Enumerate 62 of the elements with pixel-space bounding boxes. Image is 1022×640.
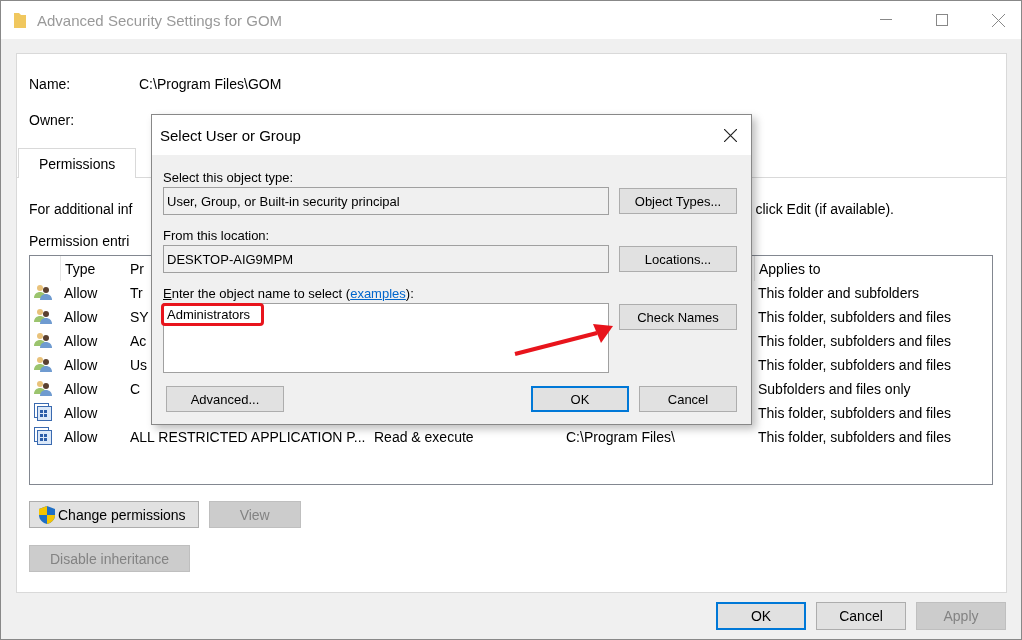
table-cell-text: This folder and subfolders xyxy=(757,285,920,301)
advanced-button[interactable]: Advanced... xyxy=(166,386,284,412)
users-icon xyxy=(34,307,52,324)
field-label: From this location: xyxy=(163,227,271,245)
users-icon xyxy=(34,331,52,348)
object-name-field[interactable]: Administrators xyxy=(163,303,609,373)
table-cell-text: Allow xyxy=(63,333,98,349)
table-cell: C xyxy=(130,381,141,397)
column-header[interactable]: Type xyxy=(60,256,96,281)
table-cell-text: Allow xyxy=(63,285,98,301)
shield-icon xyxy=(38,504,56,525)
table-cell-text: This folder, subfolders and files xyxy=(757,333,951,349)
table-cell-text: This folder, subfolders and files xyxy=(757,309,951,325)
users-icon xyxy=(34,283,52,300)
table-cell: Us xyxy=(130,357,148,373)
field-label: Select this object type: xyxy=(163,169,295,187)
info-text: For additional inf xyxy=(29,201,133,217)
field-label: Owner: xyxy=(29,112,76,128)
maximize-icon[interactable] xyxy=(936,14,948,26)
object-type-field: User, Group, or Built-in security principal xyxy=(163,187,609,215)
dialog-button[interactable]: Cancel xyxy=(639,386,737,412)
table-cell-text: This folder, subfolders and files xyxy=(757,405,951,421)
info-text: click Edit (if available). xyxy=(755,201,894,217)
dialog-button[interactable]: OK xyxy=(716,602,806,630)
app-package-icon xyxy=(34,402,52,421)
table-cell: Ac xyxy=(130,333,147,349)
dialog-button[interactable]: Cancel xyxy=(816,602,906,630)
table-cell: Tr xyxy=(130,285,143,301)
table-cell-text: Subfolders and files only xyxy=(757,381,911,397)
entries-label: Permission entri xyxy=(29,233,130,249)
object-types-button[interactable]: Object Types... xyxy=(619,188,737,214)
dialog-title: Select User or Group xyxy=(160,126,301,144)
table-cell-text: This folder, subfolders and files xyxy=(757,429,951,445)
table-cell-text: Allow xyxy=(63,381,98,397)
table-cell-text: Allow xyxy=(63,405,98,421)
table-cell-text: Allow xyxy=(63,309,98,325)
minimize-icon[interactable] xyxy=(880,19,892,21)
table-cell: ALL RESTRICTED APPLICATION P... xyxy=(130,429,366,445)
dialog-button[interactable]: OK xyxy=(531,386,629,412)
window-title: Advanced Security Settings for GOM xyxy=(37,11,284,29)
table-cell-text: Read & execute xyxy=(373,429,474,445)
locations-button[interactable]: Locations... xyxy=(619,246,737,272)
table-cell-text: C:\Program Files\ xyxy=(565,429,675,445)
field-label: Name: xyxy=(29,76,72,92)
column-header[interactable]: Pr xyxy=(130,256,144,281)
check-names-button[interactable]: Check Names xyxy=(619,304,737,330)
table-cell-text: Allow xyxy=(63,357,98,373)
folder-icon xyxy=(13,11,27,29)
users-icon xyxy=(34,379,52,396)
table-cell-text: This folder, subfolders and files xyxy=(757,357,951,373)
action-button[interactable]: Change permissions xyxy=(29,501,199,528)
field-value: C:\Program Files\GOM xyxy=(139,76,283,92)
app-package-icon xyxy=(34,426,52,445)
column-header[interactable]: Applies to xyxy=(754,256,821,281)
table-cell-text: Allow xyxy=(63,429,98,445)
table-cell: SY xyxy=(130,309,149,325)
location-field: DESKTOP-AIG9MPM xyxy=(163,245,609,273)
examples-link[interactable]: examples xyxy=(350,286,406,301)
close-icon[interactable] xyxy=(724,128,737,142)
tab[interactable]: Permissions xyxy=(18,148,137,178)
users-icon xyxy=(34,355,52,372)
object-name-label: Enter the object name to select (examples): xyxy=(163,286,414,301)
